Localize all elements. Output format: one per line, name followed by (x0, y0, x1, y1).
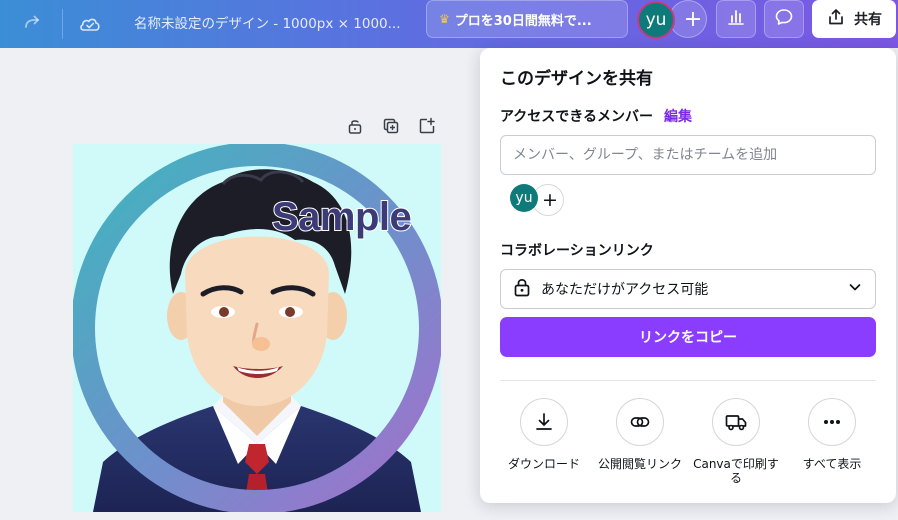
download-action[interactable]: ダウンロード (496, 398, 592, 471)
share-upload-icon (826, 7, 846, 31)
share-label: 共有 (854, 12, 882, 28)
download-icon (520, 398, 568, 446)
top-bar: 名称未設定のデザイン - 1000px × 1000... ♛ プロを30日間無… (0, 0, 898, 48)
print-action[interactable]: Canvaで印刷する (688, 398, 784, 485)
link-access-value: あなただけがアクセス可能 (541, 282, 709, 298)
insights-icon (726, 7, 746, 31)
link-icon (616, 398, 664, 446)
sample-watermark: Sample (271, 194, 413, 240)
public-link-action[interactable]: 公開閲覧リンク (592, 398, 688, 471)
copy-link-button[interactable]: リンクをコピー (500, 317, 876, 357)
add-member-label: + (542, 189, 558, 211)
chevron-down-icon (847, 279, 863, 299)
redo-icon[interactable] (17, 9, 47, 39)
public-link-label: 公開閲覧リンク (597, 457, 682, 471)
member-avatar-initials: yu (515, 190, 533, 206)
pro-trial-button[interactable]: ♛ プロを30日間無料で... (426, 0, 628, 38)
link-access-select[interactable]: あなただけがアクセス可能 (500, 269, 876, 309)
download-label: ダウンロード (507, 457, 580, 471)
toolbar-divider (62, 9, 63, 39)
lock-icon[interactable] (344, 115, 366, 137)
document-title[interactable]: 名称未設定のデザイン - 1000px × 1000... (134, 11, 406, 37)
see-all-label: すべて表示 (802, 457, 862, 471)
share-panel: このデザインを共有 アクセスできるメンバー 編集 yu + コラボレーションリン… (480, 48, 896, 503)
cloud-saved-icon[interactable] (75, 9, 105, 39)
crown-icon: ♛ (439, 12, 450, 26)
more-icon (808, 398, 856, 446)
panel-divider (500, 380, 876, 381)
avatar[interactable]: yu (637, 1, 675, 39)
add-page-icon[interactable] (416, 115, 438, 137)
duplicate-icon[interactable] (380, 115, 402, 137)
access-members-label: アクセスできるメンバー (500, 109, 654, 125)
member-avatar[interactable]: yu (510, 184, 538, 212)
lock-icon (513, 277, 531, 301)
see-all-action[interactable]: すべて表示 (784, 398, 880, 471)
collaboration-link-label: コラボレーションリンク (500, 243, 654, 259)
comment-button[interactable] (764, 0, 804, 38)
print-label: Canvaで印刷する (693, 457, 779, 485)
insights-button[interactable] (716, 0, 756, 38)
print-truck-icon (712, 398, 760, 446)
add-collaborator-label: + (683, 6, 703, 32)
comment-icon (774, 7, 794, 31)
panel-title: このデザインを共有 (500, 69, 653, 89)
pro-trial-label: プロを30日間無料で... (454, 13, 592, 29)
share-button[interactable]: 共有 (812, 0, 896, 38)
avatar-initials: yu (645, 10, 667, 30)
edit-link[interactable]: 編集 (664, 106, 692, 126)
member-search-input[interactable] (500, 135, 876, 175)
